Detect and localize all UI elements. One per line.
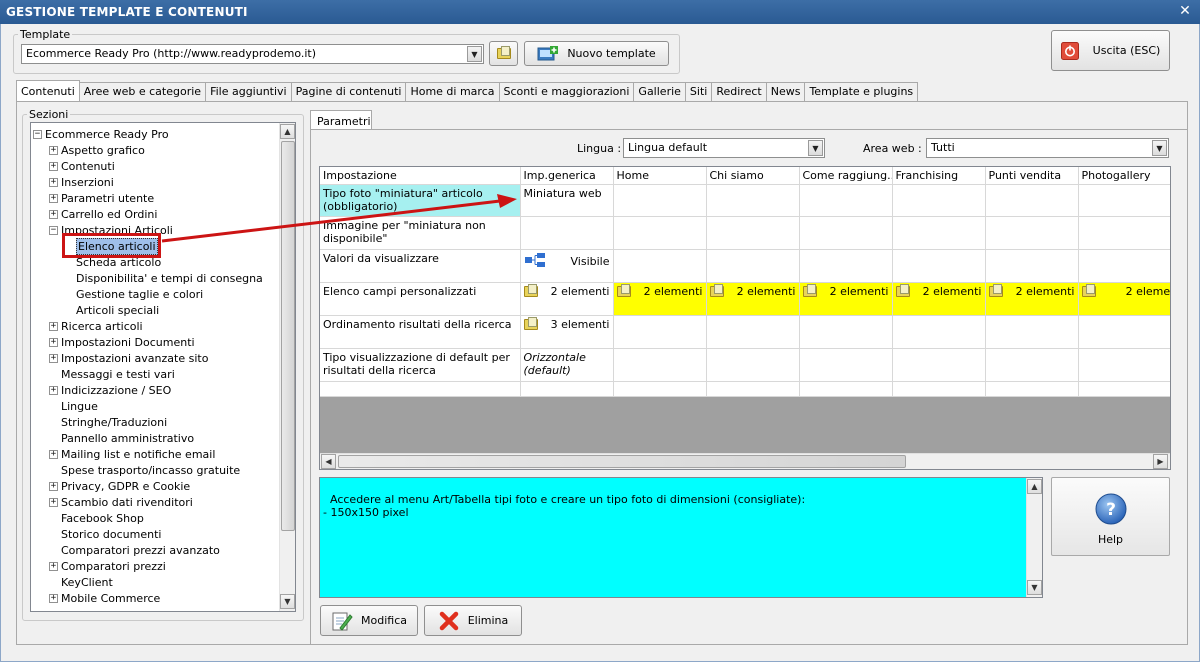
- annotation-arrow: [161, 194, 517, 243]
- tab-contenuti[interactable]: Contenuti: [16, 80, 80, 101]
